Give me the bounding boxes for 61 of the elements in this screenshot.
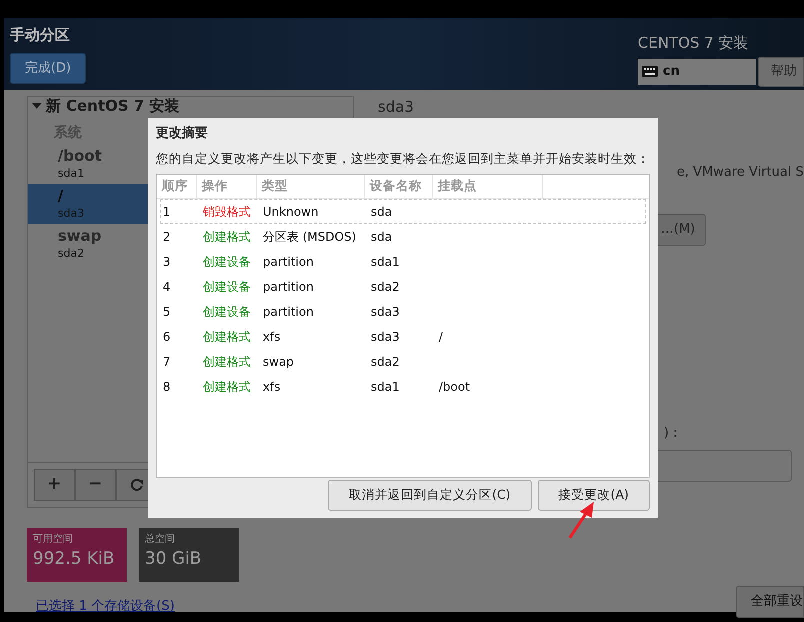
table-cell-text: 1 xyxy=(162,204,172,221)
table-cell-text: 创建格式 xyxy=(202,228,252,246)
table-cell-text: 创建设备 xyxy=(202,254,252,271)
field-label: )： xyxy=(664,425,682,443)
table-cell-text: 销毁格式 xyxy=(202,204,252,221)
keyboard-layout-field[interactable]: cn xyxy=(638,58,756,84)
table-cell-text: partition xyxy=(262,254,315,271)
column-header[interactable]: 操作 xyxy=(197,175,257,198)
table-cell-text: 创建设备 xyxy=(202,304,252,321)
table-cell-text: 创建格式 xyxy=(202,378,252,396)
table-cell-text: swap xyxy=(262,354,296,371)
table-cell-text: 创建格式 xyxy=(202,328,252,346)
table-cell-text: sda1 xyxy=(370,254,401,271)
dialog-title: 更改摘要 xyxy=(156,124,209,143)
table-cell-text: 分区表 (MSDOS) xyxy=(262,228,358,246)
toolbar-button[interactable]: + xyxy=(34,469,75,501)
dialog-description: 您的自定义更改将产生以下变更，这些变更将会在您返回到主菜单并开始安装时生效： xyxy=(156,150,650,168)
screen-title: 手动分区 xyxy=(10,25,71,46)
partition-title: sda3 xyxy=(378,97,416,118)
table-cell-text: 创建格式 xyxy=(202,354,252,371)
column-header[interactable]: 顺序 xyxy=(157,175,197,198)
table-cell-text: sda1 xyxy=(370,378,401,396)
table-cell-text: sda3 xyxy=(370,304,401,321)
table-cell-text: partition xyxy=(262,304,315,321)
focused-row[interactable]: 1 销毁格式 Unknown sda xyxy=(160,199,646,224)
space-card: 总空间 30 GiB xyxy=(139,528,239,582)
table-cell-text: 2 xyxy=(162,228,172,246)
done-button[interactable]: 完成(D) xyxy=(10,52,86,84)
dialog-button[interactable]: 取消并返回到自定义分区(C) xyxy=(328,480,532,512)
table-cell-text: sda xyxy=(370,228,394,246)
table-cell-text: /boot xyxy=(438,378,472,396)
tree-group-header[interactable]: 新 CentOS 7 安装 xyxy=(28,97,353,115)
column-header[interactable]: 设备名称 xyxy=(365,175,433,198)
help-button[interactable]: 帮助 xyxy=(758,56,804,86)
table-cell-text: xfs xyxy=(262,378,282,396)
keyboard-icon xyxy=(642,66,658,77)
device-description: e, VMware Virtual S xyxy=(676,164,804,182)
table-cell-text: 7 xyxy=(162,354,172,371)
product-title: CENTOS 7 安装 xyxy=(638,33,750,54)
table-cell-text: Unknown xyxy=(262,204,320,221)
table-cell-text: 创建设备 xyxy=(202,278,252,296)
column-header[interactable]: 挂载点 xyxy=(433,175,543,198)
table-cell-text: / xyxy=(438,328,444,346)
table-cell-text: sda2 xyxy=(370,278,401,296)
space-card: 可用空间 992.5 KiB xyxy=(27,528,127,582)
refresh-icon xyxy=(130,478,144,492)
dialog-button[interactable]: 接受更改(A) xyxy=(538,480,650,512)
storage-devices-link[interactable]: 已选择 1 个存储设备(S) xyxy=(36,597,175,617)
table-cell-text: 3 xyxy=(162,254,172,271)
table-cell-text: 4 xyxy=(162,278,172,296)
reset-button[interactable]: 全部重设 xyxy=(736,586,804,618)
table-cell-text: partition xyxy=(262,278,315,296)
table-cell-text: 6 xyxy=(162,328,172,346)
toolbar-button[interactable]: − xyxy=(75,469,116,501)
table-cell-text: sda3 xyxy=(370,328,401,346)
table-cell-text: 5 xyxy=(162,304,172,321)
table-cell-text: sda xyxy=(370,204,394,221)
column-header[interactable]: 类型 xyxy=(257,175,365,198)
table-cell-text: xfs xyxy=(262,328,282,346)
table-cell-text: sda2 xyxy=(370,354,401,371)
table-cell-text: 8 xyxy=(162,378,172,396)
